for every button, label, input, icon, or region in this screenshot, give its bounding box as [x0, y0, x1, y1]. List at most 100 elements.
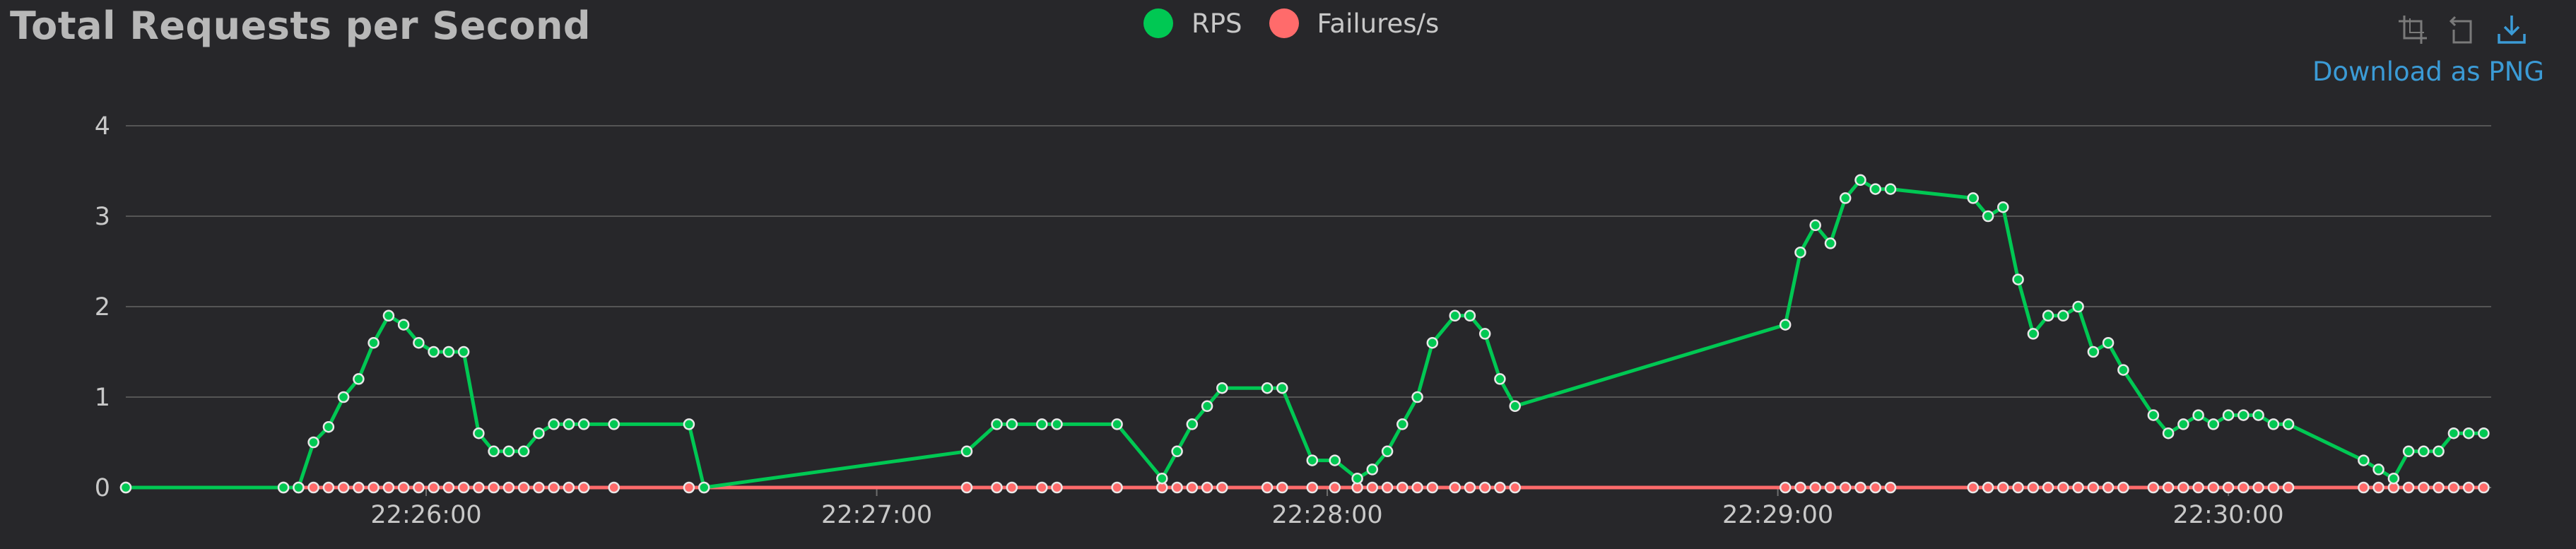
data-point-failures [1809, 481, 1821, 494]
data-point-rps [683, 418, 695, 430]
data-point-failures [2192, 481, 2204, 494]
data-point-rps [2478, 427, 2490, 439]
data-point-failures [367, 481, 380, 494]
data-point-rps [1329, 454, 1341, 466]
data-point-failures [1982, 481, 1994, 494]
data-point-failures [457, 481, 470, 494]
data-point-failures [2207, 481, 2220, 494]
data-point-rps [1509, 400, 1521, 413]
data-point-failures [2057, 481, 2069, 494]
data-point-failures [2102, 481, 2115, 494]
data-point-failures [1839, 481, 1852, 494]
data-point-failures [2162, 481, 2175, 494]
data-point-failures [2072, 481, 2084, 494]
data-point-failures [2117, 481, 2129, 494]
data-point-rps [2387, 472, 2400, 485]
data-point-rps [608, 418, 620, 430]
data-point-failures [2222, 481, 2235, 494]
data-point-rps [2177, 418, 2189, 430]
data-point-failures [1494, 481, 1506, 494]
data-point-failures [502, 481, 515, 494]
data-point-rps [1261, 382, 1274, 394]
data-point-rps [488, 445, 500, 458]
data-point-rps [991, 418, 1003, 430]
data-point-failures [1997, 481, 2009, 494]
data-point-rps [2433, 445, 2445, 458]
data-point-failures [1186, 481, 1199, 494]
data-point-rps [960, 445, 973, 458]
data-point-rps [322, 420, 335, 433]
data-point-rps [457, 346, 470, 358]
data-point-failures [1171, 481, 1183, 494]
data-point-rps [277, 481, 290, 494]
data-point-rps [1426, 336, 1439, 349]
data-point-rps [353, 373, 365, 385]
data-point-failures [2418, 481, 2430, 494]
data-point-failures [1449, 481, 1461, 494]
data-point-failures [517, 481, 530, 494]
data-point-failures [382, 481, 395, 494]
data-point-failures [577, 481, 590, 494]
data-point-failures [1051, 481, 1063, 494]
data-point-failures [353, 481, 365, 494]
data-point-rps [2027, 328, 2040, 340]
data-point-rps [2057, 309, 2069, 322]
data-point-failures [1261, 481, 1274, 494]
data-point-rps [2237, 409, 2249, 421]
data-point-rps [1997, 201, 2009, 213]
data-point-rps [1982, 210, 1994, 223]
data-point-failures [1779, 481, 1792, 494]
data-point-rps [1051, 418, 1063, 430]
data-point-rps [2147, 409, 2160, 421]
data-point-rps [2418, 445, 2430, 458]
data-point-failures [2042, 481, 2054, 494]
data-point-rps [442, 346, 455, 358]
data-point-rps [1869, 183, 1881, 195]
data-point-failures [1276, 481, 1288, 494]
data-point-rps [413, 336, 425, 349]
data-point-rps [1794, 246, 1806, 259]
data-point-rps [577, 418, 590, 430]
data-point-failures [2372, 481, 2384, 494]
data-point-failures [1396, 481, 1408, 494]
data-point-failures [2177, 481, 2189, 494]
data-point-rps [307, 436, 319, 449]
data-point-rps [337, 391, 350, 403]
data-point-failures [2478, 481, 2490, 494]
x-tick-label: 22:26:00 [370, 501, 481, 529]
data-point-failures [2012, 481, 2024, 494]
data-point-failures [322, 481, 335, 494]
data-point-failures [2462, 481, 2475, 494]
data-point-failures [1854, 481, 1866, 494]
data-point-failures [1111, 481, 1123, 494]
data-point-failures [1967, 481, 1980, 494]
data-point-rps [1839, 192, 1852, 204]
data-point-rps [1171, 445, 1183, 458]
data-point-rps [548, 418, 560, 430]
data-point-failures [1411, 481, 1423, 494]
data-point-rps [1809, 219, 1821, 232]
data-point-failures [548, 481, 560, 494]
data-point-failures [2433, 481, 2445, 494]
data-point-rps [2042, 309, 2054, 322]
line-chart: 0 1 2 3 4 22:26:00 22:27:00 22:28:00 22:29:00 22:… [95, 112, 2491, 529]
data-point-rps [1464, 309, 1476, 322]
data-point-rps [1186, 418, 1199, 430]
data-point-failures [488, 481, 500, 494]
x-tick-label: 22:28:00 [1271, 501, 1382, 529]
data-point-failures [442, 481, 455, 494]
data-point-rps [293, 481, 305, 494]
y-tick-label: 1 [95, 384, 110, 412]
data-point-rps [563, 418, 575, 430]
y-tick-label: 2 [95, 293, 110, 321]
data-point-failures [2358, 481, 2370, 494]
data-point-failures [2267, 481, 2280, 494]
data-point-failures [1509, 481, 1521, 494]
data-point-rps [1967, 192, 1980, 204]
data-point-failures [1794, 481, 1806, 494]
data-point-failures [991, 481, 1003, 494]
data-point-rps [2222, 409, 2235, 421]
data-point-failures [2087, 481, 2100, 494]
data-point-rps [2267, 418, 2280, 430]
data-point-rps [1276, 382, 1288, 394]
